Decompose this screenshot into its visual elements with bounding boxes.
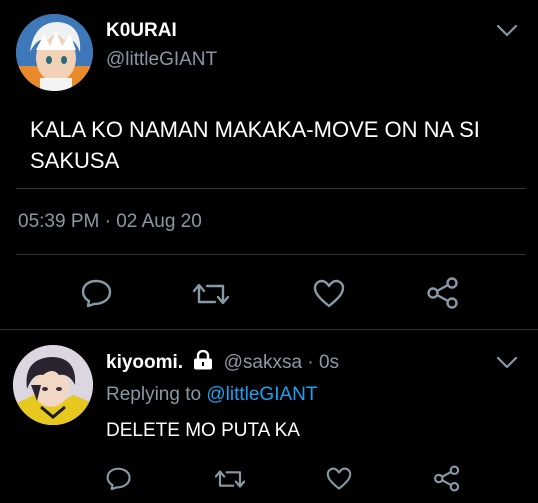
tweet-time: 05:39 PM <box>18 211 100 232</box>
anime-avatar-dark-hair-icon <box>13 345 93 425</box>
retweet-icon[interactable] <box>215 467 245 491</box>
chevron-down-icon[interactable] <box>496 24 518 38</box>
chevron-down-icon[interactable] <box>496 356 518 370</box>
anime-avatar-white-hair-icon <box>16 14 93 91</box>
reply-tweet-header: kiyoomi. @sakxsa · 0s <box>106 350 339 374</box>
reply-icon[interactable] <box>81 278 113 308</box>
reply-tweet-handle[interactable]: @sakxsa <box>224 352 302 373</box>
meta-separator: · <box>307 352 314 373</box>
like-icon[interactable] <box>313 279 345 309</box>
reply-tweet-age: 0s <box>318 352 340 373</box>
main-tweet-timestamp[interactable]: 05:39 PM · 02 Aug 20 <box>18 211 202 233</box>
replying-prefix: Replying to <box>106 384 202 405</box>
divider <box>0 329 538 330</box>
reply-tweet-text: DELETE MO PUTA KA <box>106 420 300 441</box>
retweet-icon[interactable] <box>193 280 229 308</box>
reply-tweet-avatar[interactable] <box>13 345 93 425</box>
main-tweet-text: KALA KO NAMAN MAKAKA-MOVE ON NA SI SAKUS… <box>30 117 480 173</box>
meta-separator: · <box>104 211 111 232</box>
share-icon[interactable] <box>426 277 460 309</box>
replying-to: Replying to @littleGIANT <box>106 384 317 406</box>
share-icon[interactable] <box>433 465 461 492</box>
divider <box>16 188 526 189</box>
reply-icon[interactable] <box>106 466 132 491</box>
like-icon[interactable] <box>326 467 352 491</box>
tweet-date: 02 Aug 20 <box>116 211 202 232</box>
main-tweet-display-name[interactable]: K0URAI <box>106 20 177 42</box>
lock-icon <box>192 350 214 370</box>
main-tweet-handle[interactable]: @littleGIANT <box>106 49 217 71</box>
divider <box>16 254 526 255</box>
replying-handle-link[interactable]: @littleGIANT <box>206 384 317 405</box>
reply-tweet-display-name[interactable]: kiyoomi. <box>106 352 183 373</box>
main-tweet-avatar[interactable] <box>16 14 93 91</box>
